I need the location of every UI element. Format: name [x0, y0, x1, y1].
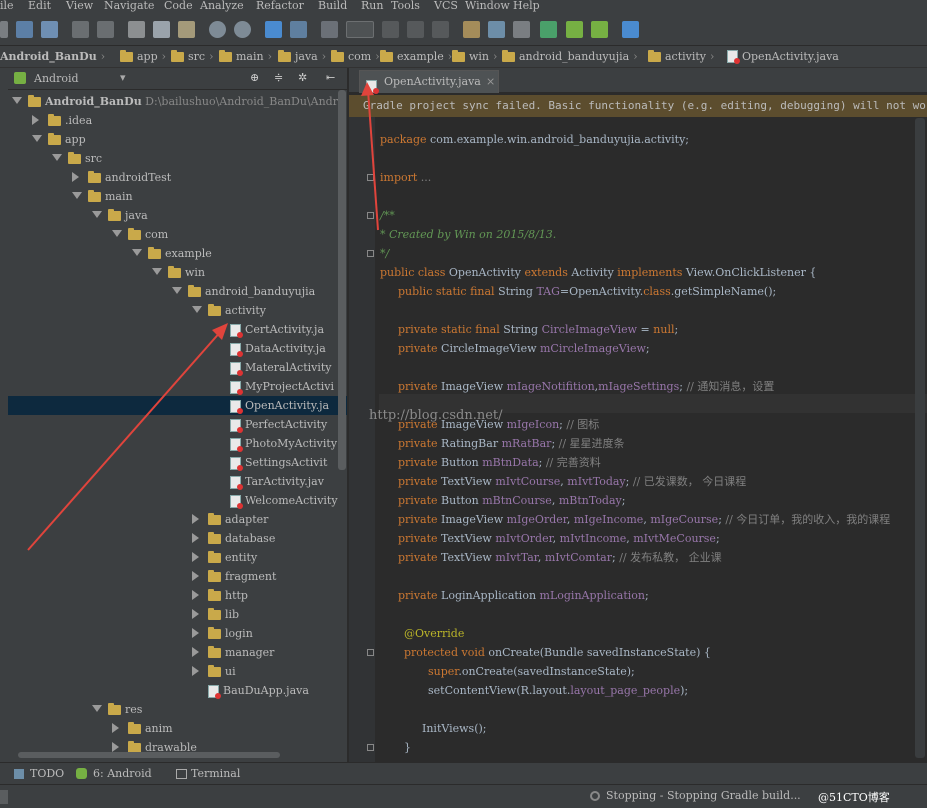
tool-android[interactable]: 6: Android [93, 767, 152, 780]
tool-todo[interactable]: TODO [30, 767, 64, 780]
arrow-head-tab [361, 82, 374, 96]
todo-icon [14, 769, 24, 779]
tool-terminal[interactable]: Terminal [191, 767, 240, 780]
progress-spinner-icon [590, 791, 600, 801]
android-icon [76, 768, 87, 779]
annotation-arrows [27, 82, 379, 551]
arrow-to-tab [367, 89, 379, 231]
terminal-icon [176, 769, 187, 779]
arrow-to-activity [27, 329, 223, 551]
status-message: Stopping - Stopping Gradle build... [606, 789, 801, 802]
tool-window-bar: TODO 6: Android Terminal [0, 762, 927, 784]
source-credit: @51CTO博客 [818, 791, 890, 804]
status-edge [0, 790, 8, 804]
status-bar: Stopping - Stopping Gradle build... @51C… [0, 784, 927, 808]
